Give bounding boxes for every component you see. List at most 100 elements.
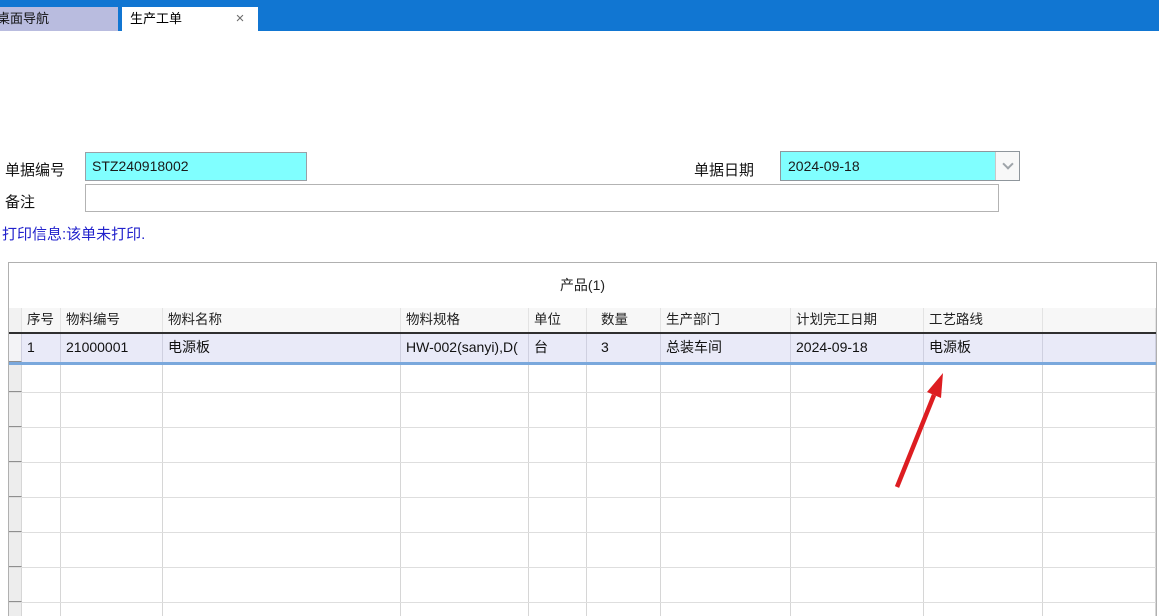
empty-cell [163, 498, 401, 532]
col-header-material-name[interactable]: 物料名称 [163, 308, 401, 332]
empty-cell [61, 428, 163, 462]
remarks-input[interactable] [85, 184, 999, 212]
col-header-qty[interactable]: 数量 [587, 308, 661, 332]
empty-cell [791, 365, 924, 392]
cell-material-name[interactable]: 电源板 [163, 334, 401, 362]
col-header-material-code[interactable]: 物料编号 [61, 308, 163, 332]
empty-cell [587, 498, 661, 532]
row-selector-cell [9, 463, 22, 497]
table-row-selected[interactable]: 1 21000001 电源板 HW-002(sanyi),D( 台 3 总装车间… [9, 334, 1156, 365]
tab-production-work-order[interactable]: 生产工单 × [122, 7, 258, 31]
table-row-empty[interactable] [9, 603, 1156, 616]
empty-cell [529, 365, 587, 392]
empty-cell [163, 463, 401, 497]
empty-cell [61, 463, 163, 497]
table-row-empty[interactable] [9, 533, 1156, 568]
grid-empty-rows [9, 365, 1156, 616]
chevron-down-icon [1002, 158, 1013, 169]
doc-date-value[interactable]: 2024-09-18 [781, 152, 995, 180]
empty-cell [61, 568, 163, 602]
empty-cell [924, 603, 1043, 616]
row-selector-header [9, 308, 22, 332]
empty-cell [661, 603, 791, 616]
empty-cell [529, 463, 587, 497]
col-header-material-spec[interactable]: 物料规格 [401, 308, 529, 332]
empty-cell [22, 603, 61, 616]
cell-production-dept[interactable]: 总装车间 [661, 334, 791, 362]
empty-cell [401, 533, 529, 567]
doc-date-dropdown-button[interactable] [995, 152, 1019, 180]
empty-cell [22, 533, 61, 567]
empty-cell [1043, 498, 1156, 532]
print-info-text: 打印信息:该单未打印. [2, 223, 145, 244]
empty-cell [791, 603, 924, 616]
cell-unit[interactable]: 台 [529, 334, 587, 362]
close-icon[interactable]: × [232, 7, 248, 30]
empty-cell [163, 428, 401, 462]
empty-cell [587, 365, 661, 392]
empty-cell [587, 428, 661, 462]
cell-seq[interactable]: 1 [22, 334, 61, 362]
row-selector-cell [9, 603, 22, 616]
row-selector-cell [9, 365, 22, 392]
empty-cell [924, 365, 1043, 392]
table-row-empty[interactable] [9, 463, 1156, 498]
cell-material-spec[interactable]: HW-002(sanyi),D( [401, 334, 529, 362]
doc-no-input[interactable]: STZ240918002 [85, 152, 307, 181]
empty-cell [22, 428, 61, 462]
empty-cell [924, 498, 1043, 532]
empty-cell [924, 393, 1043, 427]
row-selector-cell [9, 568, 22, 602]
empty-cell [529, 533, 587, 567]
remarks-label: 备注 [5, 191, 35, 212]
empty-cell [529, 393, 587, 427]
empty-cell [401, 568, 529, 602]
empty-cell [401, 428, 529, 462]
table-row-empty[interactable] [9, 498, 1156, 533]
row-selector-cell [9, 533, 22, 567]
empty-cell [401, 498, 529, 532]
empty-cell [587, 568, 661, 602]
empty-cell [529, 568, 587, 602]
empty-cell [791, 533, 924, 567]
col-header-unit[interactable]: 单位 [529, 308, 587, 332]
empty-cell [22, 393, 61, 427]
empty-cell [587, 393, 661, 427]
empty-cell [661, 498, 791, 532]
cell-process-route[interactable]: 电源板 [924, 334, 1043, 362]
table-row-empty[interactable] [9, 428, 1156, 463]
table-row-empty[interactable] [9, 393, 1156, 428]
empty-cell [401, 603, 529, 616]
col-header-process-route[interactable]: 工艺路线 [924, 308, 1043, 332]
empty-cell [791, 568, 924, 602]
empty-cell [661, 533, 791, 567]
col-header-production-dept[interactable]: 生产部门 [661, 308, 791, 332]
tab-label: 桌面导航 [0, 11, 49, 26]
row-selector-cell[interactable] [9, 334, 22, 362]
empty-cell [661, 568, 791, 602]
empty-cell [1043, 533, 1156, 567]
empty-cell [587, 533, 661, 567]
cell-qty[interactable]: 3 [587, 334, 661, 362]
tab-desktop-navigation[interactable]: 桌面导航 [0, 7, 118, 31]
tab-bar: 桌面导航 生产工单 × [0, 0, 1159, 31]
panel-title: 产品(1) [9, 263, 1156, 308]
empty-cell [661, 428, 791, 462]
table-row-empty[interactable] [9, 365, 1156, 393]
grid-header-row: 序号 物料编号 物料名称 物料规格 单位 数量 生产部门 计划完工日期 工艺路线 [9, 308, 1156, 334]
empty-cell [61, 365, 163, 392]
empty-cell [924, 463, 1043, 497]
cell-planned-finish-date[interactable]: 2024-09-18 [791, 334, 924, 362]
empty-cell [661, 365, 791, 392]
empty-cell [529, 428, 587, 462]
empty-cell [529, 498, 587, 532]
col-header-planned-finish-date[interactable]: 计划完工日期 [791, 308, 924, 332]
table-row-empty[interactable] [9, 568, 1156, 603]
cell-material-code[interactable]: 21000001 [61, 334, 163, 362]
empty-cell [924, 568, 1043, 602]
col-header-blank [1043, 308, 1156, 332]
empty-cell [529, 603, 587, 616]
empty-cell [1043, 428, 1156, 462]
col-header-seq[interactable]: 序号 [22, 308, 61, 332]
doc-date-picker[interactable]: 2024-09-18 [780, 151, 1020, 181]
